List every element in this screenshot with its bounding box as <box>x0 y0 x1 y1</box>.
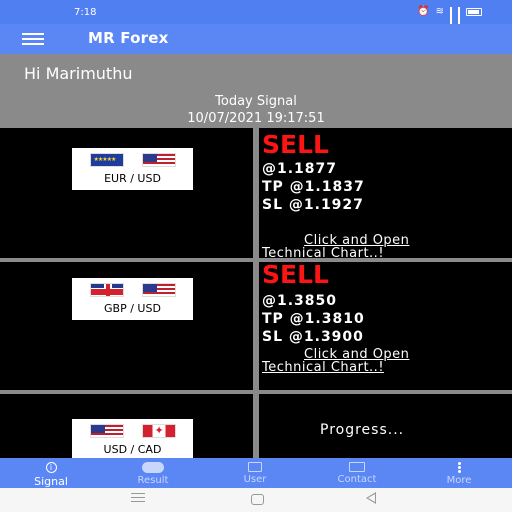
nav-item-contact[interactable]: Contact <box>306 458 408 488</box>
status-icons: ⏰ ≋ <box>417 6 482 31</box>
signal-row: GBP / USD SELL @1.3850 TP @1.3810 SL @1.… <box>0 262 512 392</box>
signal-strength-icon-2 <box>458 7 460 31</box>
signal-type: SELL <box>262 260 329 289</box>
nav-item-signal[interactable]: i Signal <box>0 458 102 488</box>
greeting-header: Hi Marimuthu Today Signal 10/07/2021 19:… <box>0 54 512 128</box>
status-time: 7:18 <box>74 7 97 18</box>
pair-label: EUR / USD <box>104 172 161 185</box>
pair-flags <box>72 283 193 297</box>
nav-label: Contact <box>337 474 377 485</box>
signal-tp: TP @1.3810 <box>262 311 365 327</box>
technical-chart-link[interactable]: Click and Open Technical Chart..! <box>262 348 512 374</box>
column-divider <box>253 394 259 458</box>
nav-label: Signal <box>34 475 68 488</box>
column-divider <box>253 262 259 392</box>
nav-item-more[interactable]: More <box>408 458 510 488</box>
signal-row: EUR / USD SELL @1.1877 TP @1.1837 SL @1.… <box>0 128 512 261</box>
result-icon <box>142 462 164 473</box>
uk-flag-icon <box>89 283 124 297</box>
signal-sl: SL @1.3900 <box>262 329 364 345</box>
eu-flag-icon <box>89 153 124 167</box>
pair-card-usd-cad[interactable]: USD / CAD <box>72 419 193 458</box>
pair-flags <box>72 153 193 167</box>
signal-strength-icon <box>450 7 452 31</box>
ca-flag-icon <box>141 424 176 438</box>
info-icon: i <box>45 462 57 473</box>
today-signal-datetime: 10/07/2021 19:17:51 <box>187 111 325 126</box>
recent-apps-icon[interactable] <box>131 493 145 503</box>
pair-card-eur-usd[interactable]: EUR / USD <box>72 148 193 190</box>
home-icon[interactable] <box>251 494 264 505</box>
chart-link-line2: Technical Chart..! <box>262 360 385 375</box>
today-signal-label: Today Signal <box>215 94 297 109</box>
pair-label: USD / CAD <box>103 443 162 456</box>
signal-details: SELL @1.1877 TP @1.1837 SL @1.1927 Click… <box>262 130 512 261</box>
technical-chart-link[interactable]: Click and Open Technical Chart..! <box>262 234 512 260</box>
contact-icon <box>349 462 365 472</box>
signal-entry: @1.1877 <box>262 161 338 177</box>
signal-row: USD / CAD Progress... <box>0 394 512 458</box>
app-bar: MR Forex <box>0 24 512 54</box>
system-navigation-bar <box>0 488 512 512</box>
nav-item-result[interactable]: Result <box>102 458 204 488</box>
pair-label: GBP / USD <box>104 302 161 315</box>
signal-entry: @1.3850 <box>262 293 338 309</box>
signal-list[interactable]: EUR / USD SELL @1.1877 TP @1.1837 SL @1.… <box>0 128 512 458</box>
back-icon[interactable] <box>366 492 376 504</box>
greeting-text: Hi Marimuthu <box>24 64 133 83</box>
alarm-icon: ⏰ <box>417 6 430 17</box>
app-title: MR Forex <box>88 29 169 47</box>
us-flag-icon <box>89 424 124 438</box>
status-bar: 7:18 ⏰ ≋ <box>0 0 512 31</box>
signal-progress-text: Progress... <box>320 422 405 438</box>
more-icon <box>457 462 461 473</box>
bottom-navigation: i Signal Result User Contact More <box>0 458 512 488</box>
nav-label: User <box>243 474 267 485</box>
wifi-icon: ≋ <box>435 6 444 17</box>
nav-label: More <box>446 475 472 486</box>
pair-card-gbp-usd[interactable]: GBP / USD <box>72 278 193 320</box>
hamburger-menu-icon[interactable] <box>22 33 44 45</box>
signal-sl: SL @1.1927 <box>262 197 364 213</box>
user-icon <box>248 462 262 472</box>
column-divider <box>253 128 259 258</box>
signal-type: SELL <box>262 130 329 159</box>
battery-icon <box>466 7 482 16</box>
us-flag-icon <box>141 283 176 297</box>
signal-details: SELL @1.3850 TP @1.3810 SL @1.3900 Click… <box>262 260 512 375</box>
pair-flags <box>72 424 193 438</box>
signal-tp: TP @1.1837 <box>262 179 365 195</box>
us-flag-icon <box>141 153 176 167</box>
nav-item-user[interactable]: User <box>204 458 306 488</box>
nav-label: Result <box>137 475 169 486</box>
